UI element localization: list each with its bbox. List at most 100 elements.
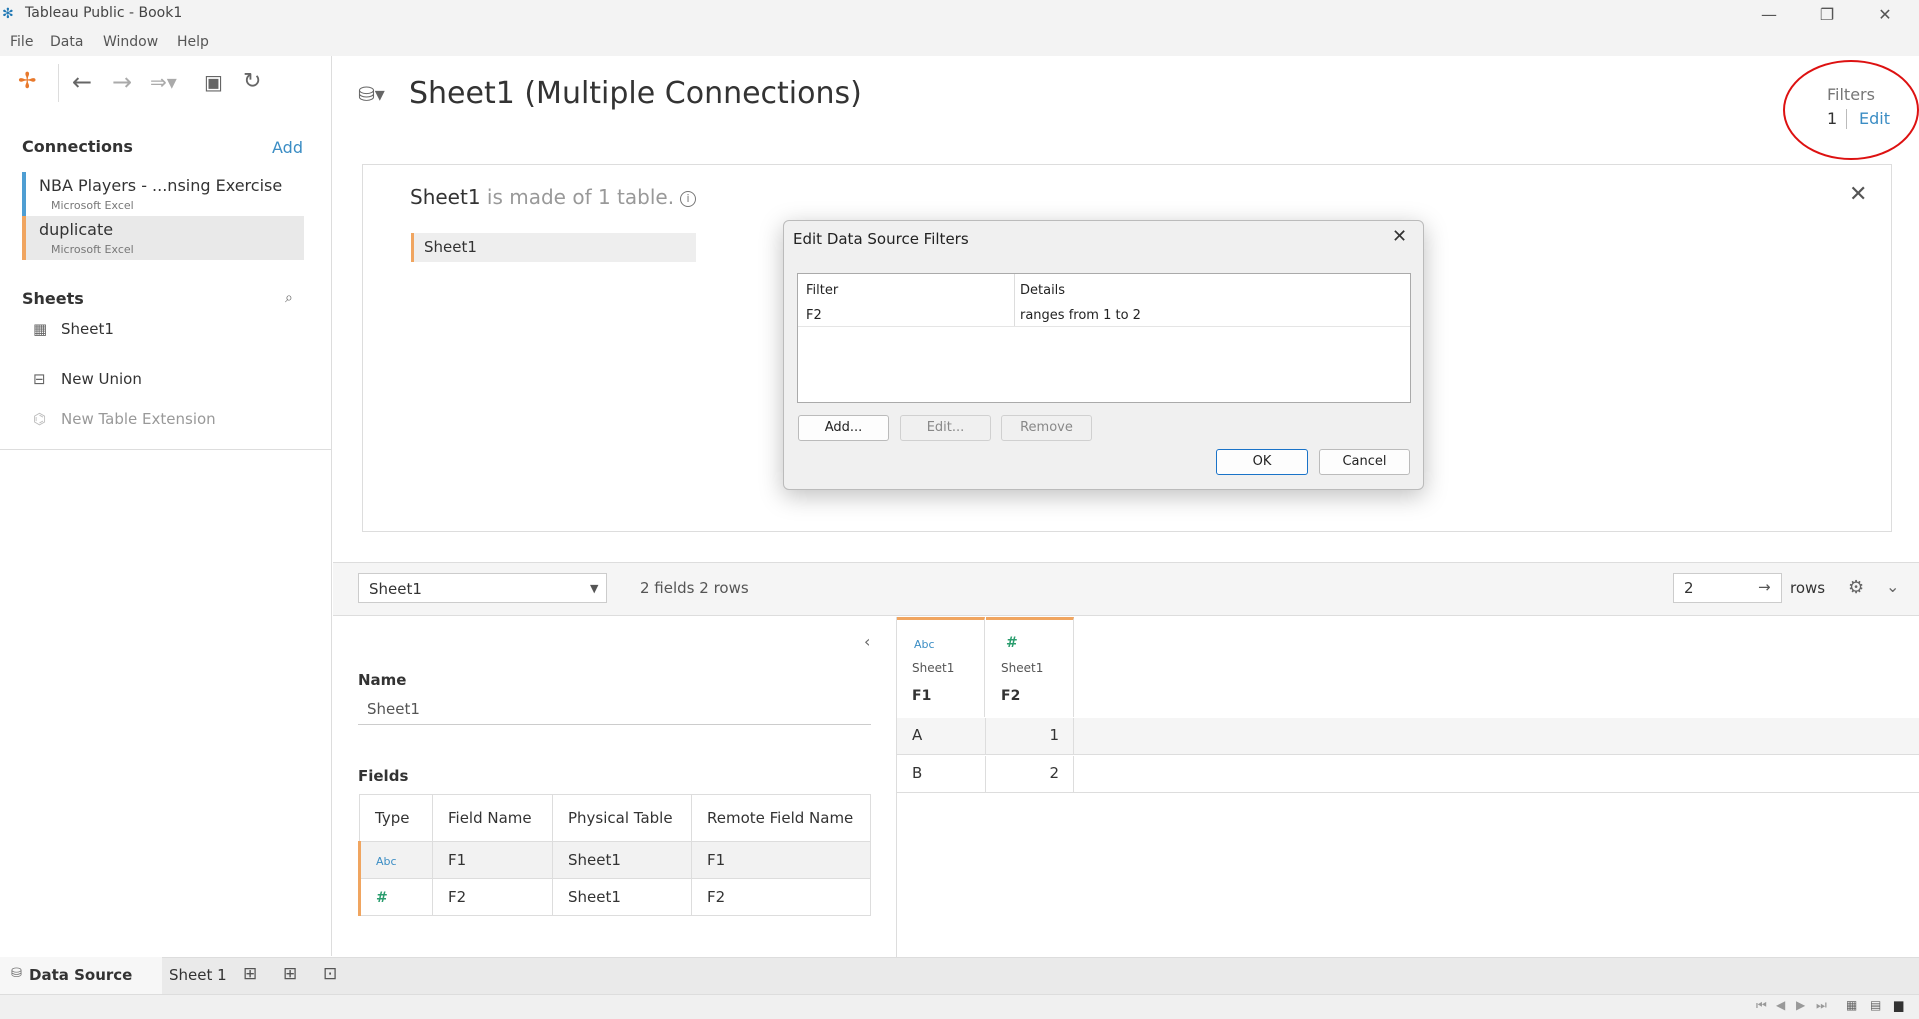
- table-icon: ▦: [33, 320, 48, 338]
- forward-icon[interactable]: →: [112, 68, 132, 96]
- left-panel-divider: [0, 449, 332, 450]
- filter-column-header: Filter: [806, 283, 839, 298]
- menu-data[interactable]: Data: [50, 34, 83, 50]
- grid-column-header-f1[interactable]: Abc Sheet1 F1: [897, 617, 985, 717]
- grid-cell[interactable]: A: [897, 718, 986, 755]
- new-table-extension-item[interactable]: ⌬ New Table Extension: [33, 410, 216, 428]
- tab-view-icon[interactable]: ▆: [1894, 998, 1903, 1012]
- close-window-button[interactable]: ✕: [1862, 3, 1908, 27]
- canvas-description: is made of 1 table.: [480, 185, 675, 209]
- remove-filter-button[interactable]: Remove: [1001, 415, 1092, 441]
- add-connection-link[interactable]: Add: [272, 138, 303, 157]
- restore-button[interactable]: ❐: [1804, 3, 1850, 27]
- new-dashboard-icon[interactable]: ⊞: [283, 964, 297, 984]
- grid-cell[interactable]: B: [897, 756, 986, 793]
- menu-help[interactable]: Help: [177, 34, 209, 50]
- connection-duplicate[interactable]: duplicate Microsoft Excel: [22, 216, 304, 260]
- column-name: F2: [1001, 688, 1021, 704]
- fields-label: Fields: [358, 767, 409, 785]
- table-row[interactable]: Abc F1 Sheet1 F1: [358, 841, 871, 879]
- column-source: Sheet1: [1001, 661, 1044, 675]
- annotation-circle: [1783, 60, 1919, 160]
- datasource-icon: ⛁: [11, 966, 22, 981]
- gear-icon[interactable]: ⚙: [1848, 577, 1864, 598]
- menu-file[interactable]: File: [10, 34, 33, 50]
- arrow-right-icon[interactable]: →: [1758, 578, 1771, 596]
- tab-sheet-1[interactable]: Sheet 1: [169, 966, 227, 984]
- field-name-cell[interactable]: F2: [432, 878, 553, 916]
- add-filter-button[interactable]: Add...: [798, 415, 889, 441]
- column-header[interactable]: Type: [359, 794, 433, 842]
- column-source: Sheet1: [912, 661, 955, 675]
- column-header[interactable]: Remote Field Name: [691, 794, 871, 842]
- search-sheets-icon[interactable]: ⌕: [285, 290, 293, 306]
- table-row[interactable]: # F2 Sheet1 F2: [358, 878, 871, 916]
- field-name-cell[interactable]: F1: [432, 841, 553, 879]
- filter-details[interactable]: ranges from 1 to 2: [1020, 308, 1141, 323]
- new-worksheet-icon[interactable]: ⊞: [243, 964, 257, 984]
- canvas-heading: Sheet1 is made of 1 table. i: [410, 185, 697, 209]
- sheet-item-sheet1[interactable]: ▦ Sheet1: [33, 320, 114, 338]
- fields-rows-count: 2 fields 2 rows: [640, 579, 749, 597]
- page-title[interactable]: Sheet1 (Multiple Connections): [409, 76, 862, 111]
- new-story-icon[interactable]: ⊡: [323, 964, 337, 984]
- number-type-icon[interactable]: #: [1006, 635, 1018, 651]
- filters-list: Filter Details F2 ranges from 1 to 2: [797, 273, 1411, 403]
- save-icon[interactable]: ▣: [204, 68, 223, 96]
- chevron-down-icon[interactable]: ⌄: [1886, 577, 1899, 596]
- sheets-title: Sheets: [22, 289, 84, 308]
- table-row[interactable]: A 1: [897, 718, 1919, 755]
- redo-dropdown-icon[interactable]: ⇒▾: [150, 68, 177, 96]
- first-page-icon[interactable]: ⏮: [1756, 998, 1767, 1013]
- grid-view-icon[interactable]: ▦: [1846, 998, 1857, 1012]
- next-page-icon[interactable]: ▶: [1796, 998, 1805, 1012]
- table-row[interactable]: B 2: [897, 756, 1919, 793]
- column-header[interactable]: Field Name: [432, 794, 553, 842]
- canvas-table-sheet1[interactable]: Sheet1: [411, 233, 696, 262]
- grid-cell[interactable]: 2: [986, 756, 1074, 793]
- tab-data-source[interactable]: ⛁ Data Source: [0, 957, 162, 994]
- column-header[interactable]: Physical Table: [552, 794, 692, 842]
- filter-name[interactable]: F2: [806, 308, 822, 323]
- cancel-button[interactable]: Cancel: [1319, 449, 1410, 475]
- prev-page-icon[interactable]: ◀: [1776, 998, 1785, 1012]
- connection-name: duplicate: [39, 220, 114, 239]
- window-title: Tableau Public - Book1: [25, 5, 183, 21]
- type-cell[interactable]: Abc: [358, 841, 433, 879]
- table-select-dropdown[interactable]: Sheet1 ▼: [358, 573, 607, 603]
- last-page-icon[interactable]: ⏭: [1816, 998, 1827, 1013]
- toolbar-divider: [58, 64, 59, 102]
- grid-cell[interactable]: 1: [986, 718, 1074, 755]
- type-cell[interactable]: #: [358, 878, 433, 916]
- close-icon[interactable]: ✕: [1849, 182, 1867, 207]
- minimize-button[interactable]: —: [1746, 3, 1792, 27]
- new-union-item[interactable]: ⊟ New Union: [33, 370, 142, 388]
- ok-button[interactable]: OK: [1216, 449, 1308, 475]
- rows-label: rows: [1790, 579, 1826, 597]
- fields-table-header: Type Field Name Physical Table Remote Fi…: [359, 794, 871, 842]
- name-field[interactable]: Sheet1: [358, 697, 871, 725]
- physical-table-cell: Sheet1: [552, 878, 692, 916]
- grid-column-header-f2[interactable]: # Sheet1 F2: [986, 617, 1074, 717]
- connection-type: Microsoft Excel: [51, 199, 134, 212]
- collapse-chevron-icon[interactable]: ‹: [864, 632, 870, 651]
- tableau-logo-icon[interactable]: ✢: [18, 68, 36, 96]
- tableau-app-icon: ✻: [2, 6, 14, 22]
- datasource-icon[interactable]: ⛁▾: [358, 82, 385, 106]
- table-extension-icon: ⌬: [33, 410, 47, 428]
- filmstrip-view-icon[interactable]: ▤: [1870, 998, 1881, 1012]
- back-icon[interactable]: ←: [72, 68, 92, 96]
- connection-color-bar: [22, 172, 26, 216]
- menu-window[interactable]: Window: [103, 34, 158, 50]
- fields-table: Type Field Name Physical Table Remote Fi…: [358, 794, 871, 916]
- edit-filter-button[interactable]: Edit...: [900, 415, 991, 441]
- info-icon[interactable]: i: [680, 191, 697, 207]
- status-bar: [0, 994, 1919, 1019]
- name-label: Name: [358, 671, 407, 689]
- connection-name: NBA Players - ...nsing Exercise: [39, 176, 283, 195]
- connection-nba-players[interactable]: NBA Players - ...nsing Exercise Microsof…: [22, 172, 304, 216]
- refresh-icon[interactable]: ↻: [243, 68, 261, 96]
- close-icon[interactable]: ✕: [1392, 226, 1407, 247]
- string-type-icon[interactable]: Abc: [914, 638, 935, 651]
- rows-input[interactable]: 2 →: [1673, 573, 1782, 603]
